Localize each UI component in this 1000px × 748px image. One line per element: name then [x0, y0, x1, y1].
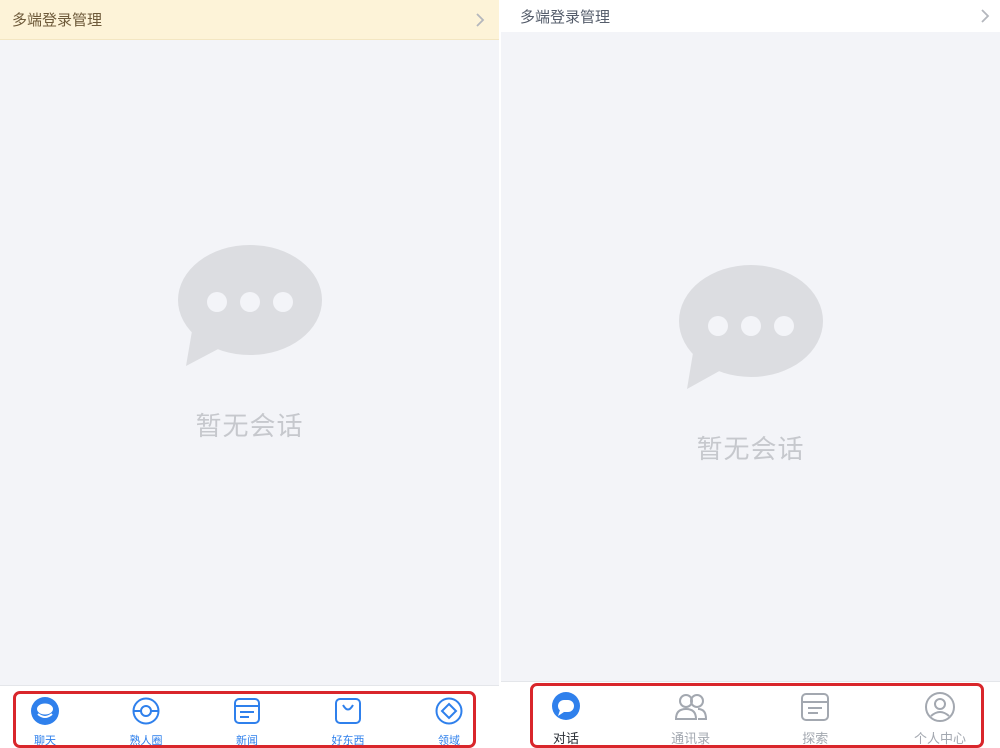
banner-label: 多端登录管理 [520, 7, 611, 26]
tab-label: 熟人圈 [129, 734, 163, 747]
chevron-right-icon [476, 12, 485, 27]
news-icon [234, 698, 260, 724]
tab-acquaintances[interactable]: 熟人圈 [121, 696, 171, 748]
shopping-bag-icon [335, 698, 361, 724]
bottom-tab-bar: 对话 通讯录 探索 个人中心 [501, 681, 1000, 748]
tab-explore[interactable]: 探索 [785, 691, 845, 747]
tab-profile[interactable]: 个人中心 [910, 691, 970, 747]
tab-label: 领域 [438, 734, 460, 747]
chevron-right-icon [981, 9, 990, 23]
tab-good-stuff[interactable]: 好东西 [323, 696, 373, 748]
explore-icon [801, 693, 830, 721]
tab-news[interactable]: 新闻 [222, 696, 272, 748]
multi-device-login-banner[interactable]: 多端登录管理 [0, 0, 499, 40]
right-screen: 多端登录管理 暂无会话 对话 通讯录 探索 个人中心 [501, 0, 1000, 748]
tab-label: 新闻 [236, 734, 258, 747]
tab-label: 好东西 [331, 734, 365, 747]
chat-bubble-icon [678, 265, 823, 389]
contacts-icon [674, 694, 707, 720]
empty-state: 暂无会话 [0, 243, 499, 443]
multi-device-login-banner[interactable]: 多端登录管理 [501, 0, 1000, 32]
tab-label: 聊天 [34, 734, 56, 747]
tab-label: 个人中心 [913, 732, 966, 747]
chat-icon [31, 697, 59, 725]
tab-label: 通讯录 [671, 732, 711, 747]
tab-label: 探索 [802, 732, 829, 747]
tab-domain[interactable]: 领域 [424, 696, 474, 748]
tab-label: 对话 [552, 732, 579, 747]
circle-eye-icon [132, 697, 160, 725]
tab-conversation[interactable]: 对话 [536, 691, 596, 747]
compass-icon [435, 697, 463, 725]
chat-icon [552, 692, 580, 720]
banner-label: 多端登录管理 [12, 11, 103, 29]
tab-chat[interactable]: 聊天 [20, 696, 70, 748]
empty-state-label: 暂无会话 [195, 412, 304, 442]
empty-state-label: 暂无会话 [696, 435, 805, 465]
empty-state: 暂无会话 [501, 263, 1000, 466]
left-screen: 多端登录管理 暂无会话 聊天 熟人圈 新闻 好东西 领域 [0, 0, 499, 748]
tab-contacts[interactable]: 通讯录 [661, 691, 721, 747]
profile-icon [924, 692, 955, 722]
bottom-tab-bar: 聊天 熟人圈 新闻 好东西 领域 [0, 685, 499, 748]
chat-bubble-icon [177, 245, 322, 366]
